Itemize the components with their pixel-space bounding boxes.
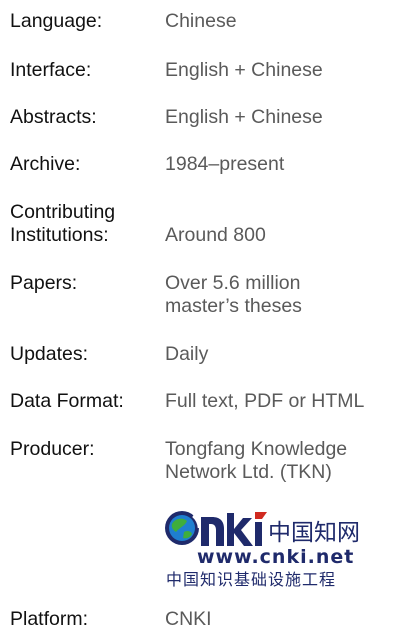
cnki-logo: 中国知网 www.cnki.net 中国知识基础设施工程 [163,508,379,590]
interface-value: English + Chinese [165,59,323,81]
updates-label: Updates: [10,343,89,365]
platform-label: Platform: [10,608,89,630]
abstracts-label: Abstracts: [10,106,97,128]
institutions-label-line2: Institutions: [10,224,109,246]
language-label: Language: [10,10,103,32]
language-value: Chinese [165,10,237,32]
platform-value: CNKI [165,608,212,630]
producer-value-line1: Tongfang Knowledge [165,438,348,460]
logo-chinese-title: 中国知网 [268,520,360,546]
institutions-label: Contributing Institutions: [10,201,164,247]
data-format-label: Data Format: [10,390,124,412]
interface-label: Interface: [10,59,92,81]
logo-subtitle: 中国知识基础设施工程 [166,570,336,589]
archive-value: 1984–present [165,153,285,175]
nki-letters-icon [201,512,267,546]
papers-value: Over 5.6 million master’s theses [165,272,397,318]
papers-label: Papers: [10,272,78,294]
abstracts-value: English + Chinese [165,106,323,128]
producer-value-line2: Network Ltd. (TKN) [165,461,332,483]
producer-value: Tongfang Knowledge Network Ltd. (TKN) [165,438,397,484]
archive-label: Archive: [10,153,81,175]
institutions-value: Around 800 [165,224,266,246]
logo-url: www.cnki.net [197,546,354,568]
papers-value-line2: master’s theses [165,295,302,317]
institutions-label-line1: Contributing [10,201,116,223]
producer-label: Producer: [10,438,95,460]
globe-icon [165,511,201,545]
cnki-logo-svg: 中国知网 www.cnki.net 中国知识基础设施工程 [165,511,360,589]
data-format-value: Full text, PDF or HTML [165,390,365,412]
updates-value: Daily [165,343,209,365]
database-info-panel: Language: Chinese Interface: English + C… [0,0,399,631]
papers-value-line1: Over 5.6 million [165,272,301,294]
